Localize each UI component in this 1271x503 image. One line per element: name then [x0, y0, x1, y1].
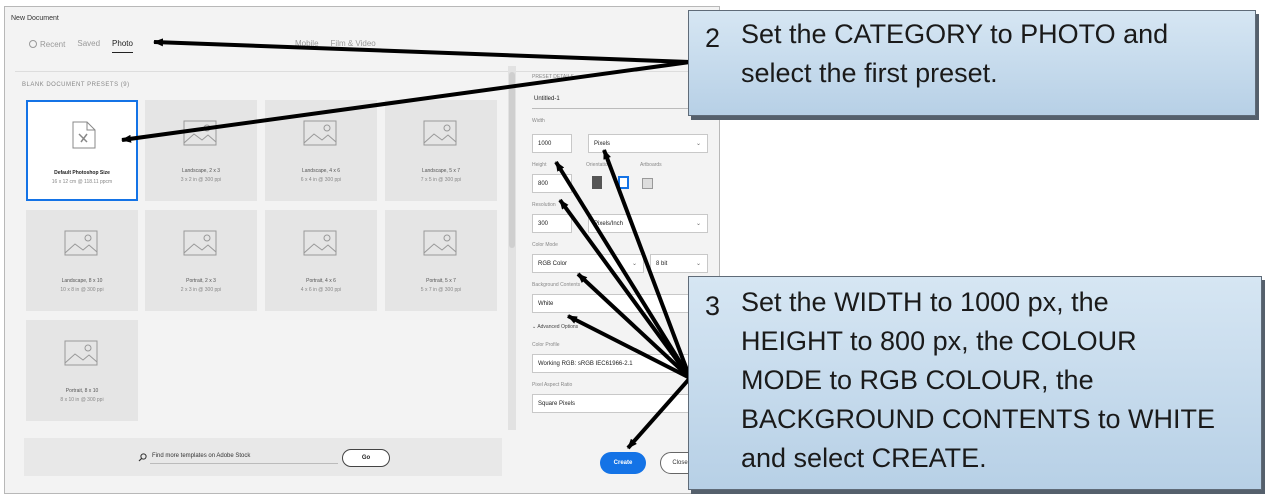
step-3-line: HEIGHT to 800 px, the COLOUR — [741, 326, 1137, 356]
arrow-to-pixels — [602, 149, 692, 379]
arrow-to-photo-tab — [153, 38, 691, 64]
step-2-line: select the first preset. — [741, 58, 998, 88]
step-3-line: BACKGROUND CONTENTS to WHITE — [741, 404, 1216, 434]
step-3-callout: 3 Set the WIDTH to 1000 px, the HEIGHT t… — [688, 276, 1262, 490]
arrow-to-default-preset — [121, 60, 691, 143]
step-2-number: 2 — [705, 23, 721, 53]
step-3-line: and select CREATE. — [741, 443, 987, 473]
step-3-line: MODE to RGB COLOUR, the — [741, 365, 1094, 395]
step-2-line: Set the CATEGORY to PHOTO and — [741, 19, 1169, 49]
arrow-to-height — [558, 198, 692, 380]
arrow-to-create — [626, 376, 692, 450]
step-2-text: Set the CATEGORY to PHOTO and select the… — [741, 15, 1168, 93]
step-2-callout: 2 Set the CATEGORY to PHOTO and select t… — [688, 10, 1256, 116]
step-3-line: Set the WIDTH to 1000 px, the — [741, 287, 1109, 317]
step-3-number: 3 — [705, 291, 721, 321]
step-3-text: Set the WIDTH to 1000 px, the HEIGHT to … — [741, 283, 1215, 478]
